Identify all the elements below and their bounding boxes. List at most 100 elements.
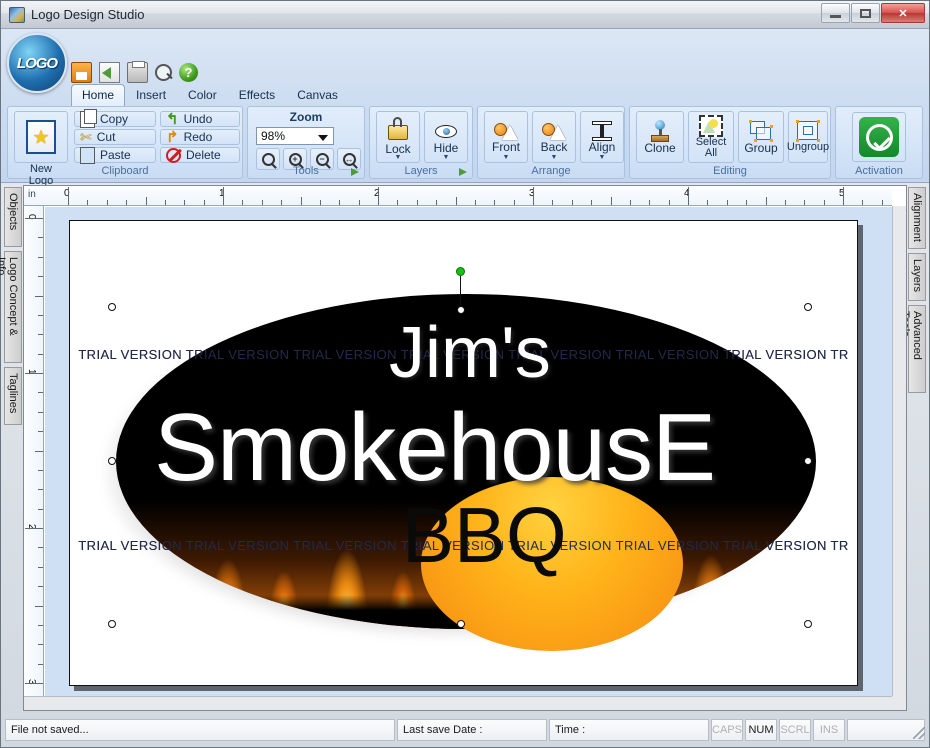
tab-effects[interactable]: Effects xyxy=(228,84,286,106)
selection-handle-mid-left[interactable] xyxy=(108,457,116,465)
tab-canvas[interactable]: Canvas xyxy=(286,84,349,106)
cut-button[interactable]: ✄ Cut xyxy=(74,129,156,145)
rotate-handle[interactable] xyxy=(456,267,465,276)
select-all-button[interactable]: Select All xyxy=(688,111,734,163)
status-time: Time : xyxy=(549,719,709,741)
ribbon: LOGO ? Home Insert Color Effects Canvas … xyxy=(1,29,929,187)
tab-color[interactable]: Color xyxy=(177,84,228,106)
group-label-activation: Activation xyxy=(855,165,903,177)
undo-icon: ↰ xyxy=(166,111,179,128)
selection-handle-bottom-center[interactable] xyxy=(457,620,465,628)
selection-handle-mid-right[interactable] xyxy=(804,457,812,465)
send-to-back-icon xyxy=(542,121,566,141)
minimize-button[interactable] xyxy=(821,3,850,23)
back-button[interactable]: Back ▼ xyxy=(532,111,576,163)
clone-button[interactable]: Clone xyxy=(636,111,684,163)
delete-button[interactable]: Delete xyxy=(160,147,240,163)
logo-text-line1[interactable]: Jim's xyxy=(389,317,551,389)
help-icon[interactable]: ? xyxy=(179,63,198,82)
delete-icon xyxy=(166,147,181,163)
logo-text-line2[interactable]: SmokehousE xyxy=(154,400,716,496)
front-button[interactable]: Front ▼ xyxy=(484,111,528,163)
group-label-layers: Layers xyxy=(404,165,438,177)
save-icon[interactable] xyxy=(71,62,92,83)
copy-label: Copy xyxy=(100,112,129,126)
app-menu-label: LOGO xyxy=(16,54,58,72)
align-label: Align xyxy=(588,139,616,154)
ribbon-group-arrange: Front ▼ Back ▼ Align ▼ Arrange xyxy=(477,106,625,179)
align-chevron-down-icon[interactable]: ▼ xyxy=(581,154,623,161)
sidebar-item-layers[interactable]: Layers xyxy=(908,253,926,301)
ungroup-button[interactable]: Ungroup xyxy=(787,111,829,163)
horizontal-ruler[interactable]: in 0 1 2 3 4 5 xyxy=(24,186,892,206)
status-indicator-caps: CAPS xyxy=(711,719,743,741)
sidebar-item-objects[interactable]: Objects xyxy=(4,187,22,247)
selection-handle-top-right[interactable] xyxy=(804,303,812,311)
logo-text-line3[interactable]: BBQ xyxy=(402,496,567,574)
tab-insert[interactable]: Insert xyxy=(125,84,177,106)
group-button[interactable]: Group xyxy=(738,111,784,163)
redo-button[interactable]: ↱ Redo xyxy=(160,129,240,146)
minimize-icon xyxy=(830,14,841,18)
status-bar: File not saved... Last save Date : Time … xyxy=(5,719,925,741)
group-label-tools: Tools xyxy=(293,165,319,177)
vertical-ruler[interactable]: 0 1 2 3 xyxy=(24,206,44,696)
open-icon[interactable] xyxy=(99,62,120,83)
back-chevron-down-icon[interactable]: ▼ xyxy=(533,154,575,161)
print-icon[interactable] xyxy=(127,61,148,83)
window-controls: ✕ xyxy=(821,3,925,23)
chevron-down-icon xyxy=(318,135,328,141)
undo-button[interactable]: ↰ Undo xyxy=(160,111,240,128)
horizontal-scrollbar[interactable] xyxy=(24,696,892,710)
sidebar-item-alignment[interactable]: Alignment xyxy=(908,187,926,249)
tab-home[interactable]: Home xyxy=(71,84,126,106)
align-button[interactable]: Align ▼ xyxy=(580,111,624,163)
tools-dialog-launcher-icon[interactable] xyxy=(350,166,361,177)
ribbon-group-tools: Zoom 98% + − ↔ Tools xyxy=(247,106,365,179)
title-bar: Logo Design Studio ✕ xyxy=(1,1,929,29)
sidebar-item-logo-concept-info[interactable]: Logo Concept & Info xyxy=(0,251,22,363)
scissors-icon: ✄ xyxy=(80,128,92,145)
hide-chevron-down-icon[interactable]: ▼ xyxy=(425,154,467,161)
group-icon xyxy=(749,119,773,142)
layers-dialog-launcher-icon[interactable] xyxy=(458,166,469,177)
ribbon-group-layers: Lock ▼ Hide ▼ Layers xyxy=(369,106,473,179)
back-label: Back xyxy=(540,139,568,154)
vertical-scrollbar[interactable] xyxy=(892,206,906,696)
close-button[interactable]: ✕ xyxy=(881,3,925,23)
selection-handle-top-center[interactable] xyxy=(457,306,465,314)
clone-icon xyxy=(649,119,671,142)
logo-page[interactable]: TRIAL VERSION TRIAL VERSION TRIAL VERSIO… xyxy=(69,220,858,686)
paste-button[interactable]: Paste xyxy=(74,146,156,164)
front-chevron-down-icon[interactable]: ▼ xyxy=(485,154,527,161)
hide-button[interactable]: Hide ▼ xyxy=(424,111,468,163)
print-preview-icon[interactable] xyxy=(155,64,172,81)
resize-grip-icon[interactable] xyxy=(913,727,925,739)
zoom-combo[interactable]: 98% xyxy=(256,127,334,145)
app-logo-icon xyxy=(9,6,25,23)
copy-button[interactable]: Copy xyxy=(74,108,156,128)
sidebar-item-advanced-tools[interactable]: Advanced Tools xyxy=(899,305,926,393)
lock-chevron-down-icon[interactable]: ▼ xyxy=(377,154,419,161)
new-logo-button[interactable]: ★ xyxy=(14,111,68,163)
canvas-area[interactable]: TRIAL VERSION TRIAL VERSION TRIAL VERSIO… xyxy=(45,207,892,696)
selection-handle-top-left[interactable] xyxy=(108,303,116,311)
align-icon xyxy=(592,120,612,141)
eye-icon xyxy=(435,125,457,139)
restore-icon xyxy=(860,8,871,18)
rotation-connector xyxy=(460,276,461,310)
status-indicator-ins: INS xyxy=(813,719,845,741)
application-window: Logo Design Studio ✕ LOGO ? Home Insert … xyxy=(0,0,930,748)
app-menu-button[interactable]: LOGO xyxy=(7,33,67,93)
selection-handle-bottom-left[interactable] xyxy=(108,620,116,628)
front-label: Front xyxy=(491,139,520,154)
redo-icon: ↱ xyxy=(166,129,179,146)
ruler-unit-label: in xyxy=(28,189,36,200)
restore-button[interactable] xyxy=(851,3,880,23)
status-message: File not saved... xyxy=(5,719,395,741)
ribbon-group-activation: Activation xyxy=(835,106,923,179)
sidebar-item-taglines[interactable]: Taglines xyxy=(4,367,22,425)
lock-button[interactable]: Lock ▼ xyxy=(376,111,420,163)
activation-button[interactable] xyxy=(852,112,906,162)
selection-handle-bottom-right[interactable] xyxy=(804,620,812,628)
